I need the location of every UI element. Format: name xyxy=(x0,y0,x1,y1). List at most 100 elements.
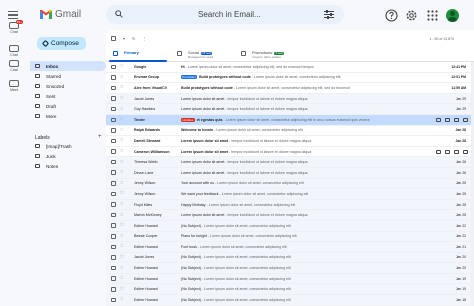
archive-icon[interactable] xyxy=(436,117,441,122)
email-row[interactable]: ☆ Esther Howard (No Subject) - Lorem ipsum… xyxy=(106,284,474,296)
star-icon[interactable]: ☆ xyxy=(120,180,125,186)
refresh-icon[interactable]: ↻ xyxy=(132,36,135,41)
email-row[interactable]: ☆ Envmar Group Promotion Build prototypes w… xyxy=(106,72,474,84)
email-row[interactable]: ☆ Jacob Jones Lorem ipsum dolor sit amet -… xyxy=(106,93,474,105)
star-icon[interactable]: ☆ xyxy=(120,74,125,80)
search-icon[interactable] xyxy=(115,10,123,18)
star-icon[interactable]: ☆ xyxy=(120,244,125,249)
star-icon[interactable]: ☆ xyxy=(120,138,125,143)
row-checkbox[interactable] xyxy=(111,128,116,133)
label-item[interactable]: [Imap]/Trash xyxy=(30,141,106,151)
row-checkbox[interactable] xyxy=(111,75,116,80)
delete-icon[interactable] xyxy=(445,117,450,122)
nav-item-more[interactable]: More xyxy=(30,111,106,121)
star-icon[interactable]: ☆ xyxy=(120,286,125,292)
rail-item[interactable]: 99+ Chat xyxy=(2,20,26,34)
email-row[interactable]: ☆ Darrell Steward Lorem ipsum dolor sit am… xyxy=(106,136,474,147)
more-options-icon[interactable]: ⋮ xyxy=(142,36,146,41)
add-label-button[interactable]: + xyxy=(98,134,102,140)
settings-icon[interactable] xyxy=(405,9,418,22)
email-row[interactable]: ☆ Floyd Miles Happy Birthday - Lorem ipsum… xyxy=(106,199,474,211)
row-checkbox[interactable] xyxy=(111,181,116,186)
email-row[interactable]: ☆ Ralph Edwards Welcome to Icewin - Lorem … xyxy=(106,125,474,137)
row-checkbox[interactable] xyxy=(111,297,116,303)
email-row[interactable]: ☆ Marvin McKinney Lorem ipsum dolor sit am… xyxy=(106,210,474,221)
row-checkbox[interactable] xyxy=(111,138,116,144)
star-icon[interactable]: ☆ xyxy=(120,191,125,196)
search-options-icon[interactable] xyxy=(324,10,334,19)
rail-item[interactable]: Chat xyxy=(2,60,26,72)
star-icon[interactable]: ☆ xyxy=(120,212,125,218)
star-icon[interactable]: ☆ xyxy=(120,254,125,260)
delete-icon[interactable] xyxy=(445,149,450,154)
star-icon[interactable]: ☆ xyxy=(120,159,125,165)
snooze-icon[interactable] xyxy=(463,117,468,122)
row-checkbox[interactable] xyxy=(111,244,116,250)
apps-grid-icon[interactable] xyxy=(426,9,439,22)
star-icon[interactable]: ☆ xyxy=(120,170,125,175)
star-icon[interactable]: ☆ xyxy=(120,297,125,302)
row-checkbox[interactable] xyxy=(111,96,116,101)
nav-item-inbox[interactable]: Inbox xyxy=(30,61,106,71)
rail-item[interactable]: Chat xyxy=(2,45,26,57)
star-icon[interactable]: ☆ xyxy=(120,265,125,271)
star-icon[interactable]: ☆ xyxy=(120,127,125,133)
search-input[interactable]: Search in Email... xyxy=(198,10,261,19)
row-checkbox[interactable] xyxy=(111,223,116,228)
help-icon[interactable] xyxy=(385,9,398,22)
select-all-checkbox[interactable] xyxy=(111,36,116,41)
email-row[interactable]: ☆ Tinder Updates et egestas quis - Lorem ip… xyxy=(106,114,474,126)
row-checkbox[interactable] xyxy=(111,265,116,271)
archive-icon[interactable] xyxy=(436,149,441,154)
nav-item-draft[interactable]: Draft xyxy=(30,101,106,111)
row-checkbox[interactable] xyxy=(111,234,116,239)
star-icon[interactable]: ☆ xyxy=(120,85,125,90)
email-row[interactable]: ☆ Alex from VisualCV Build prototypes with… xyxy=(106,83,474,94)
row-checkbox[interactable] xyxy=(111,191,116,197)
email-row[interactable]: ☆ Esther Howard Font book - Lorem ipsum do… xyxy=(106,242,474,253)
star-icon[interactable]: ☆ xyxy=(120,117,125,122)
row-checkbox[interactable] xyxy=(111,64,116,70)
star-icon[interactable]: ☆ xyxy=(120,64,125,69)
compose-button[interactable]: Compose xyxy=(37,37,86,50)
avatar[interactable] xyxy=(446,9,459,22)
email-row[interactable]: ☆ Jacob Jones (No Subject) - Lorem ipsum d… xyxy=(106,252,474,264)
row-checkbox[interactable] xyxy=(111,276,116,281)
email-row[interactable]: ☆ Devon Lane Lorem ipsum dolor sit amet - … xyxy=(106,167,474,179)
tab-promotions[interactable]: Promotions 4 new Coupons, offers, updates xyxy=(234,47,298,61)
star-icon[interactable]: ☆ xyxy=(120,149,125,154)
tab-primary[interactable]: Primary xyxy=(106,47,170,62)
star-icon[interactable]: ☆ xyxy=(120,233,125,239)
email-row[interactable]: ☆ Cameron Williamson Lorem ipsum dolor sit… xyxy=(106,146,474,158)
nav-item-sent[interactable]: Sent xyxy=(30,91,106,101)
row-checkbox[interactable] xyxy=(111,170,116,175)
nav-item-snoozed[interactable]: Snoozed xyxy=(30,81,106,91)
search-bar[interactable]: Search in Email... xyxy=(106,5,344,24)
row-checkbox[interactable] xyxy=(111,202,116,207)
star-icon[interactable]: ☆ xyxy=(120,202,125,207)
email-row[interactable]: ☆ Theresa Webb Lorem ipsum dolor sit amet … xyxy=(106,157,474,168)
select-dropdown-icon[interactable]: ▾ xyxy=(123,36,125,41)
snooze-icon[interactable] xyxy=(463,149,468,154)
star-icon[interactable]: ☆ xyxy=(120,96,125,101)
email-row[interactable]: ☆ Bessie Cooper Plans for tonight - Lorem … xyxy=(106,231,474,243)
row-checkbox[interactable] xyxy=(111,212,116,218)
row-checkbox[interactable] xyxy=(111,85,116,91)
email-row[interactable]: ☆ Esther Howard (No Subject) - Lorem ipsum… xyxy=(106,295,474,306)
label-item[interactable]: Notes xyxy=(30,161,106,171)
email-row[interactable]: ☆ Esther Howard (No Subject) - Lorem ipsum… xyxy=(106,263,474,274)
row-checkbox[interactable] xyxy=(111,287,116,292)
rail-item[interactable]: Meet xyxy=(2,80,26,92)
email-row[interactable]: ☆ Jenny Wilson We want your feedback - Lor… xyxy=(106,189,474,200)
mark-read-icon[interactable] xyxy=(454,149,459,154)
gmail-logo[interactable]: Gmail xyxy=(40,9,81,20)
row-checkbox[interactable] xyxy=(111,255,116,260)
email-row[interactable]: ☆ Guy Hawkins Lorem ipsum dolor sit amet -… xyxy=(106,104,474,115)
tab-social[interactable]: Social 23 new Messages from social xyxy=(170,47,234,61)
star-icon[interactable]: ☆ xyxy=(120,106,125,112)
email-row[interactable]: ☆ Esther Howard (No Subject) - Lorem ipsum… xyxy=(106,220,474,232)
row-checkbox[interactable] xyxy=(111,106,116,112)
nav-item-starred[interactable]: Starred xyxy=(30,71,106,81)
row-checkbox[interactable] xyxy=(111,117,116,123)
row-checkbox[interactable] xyxy=(111,159,116,165)
